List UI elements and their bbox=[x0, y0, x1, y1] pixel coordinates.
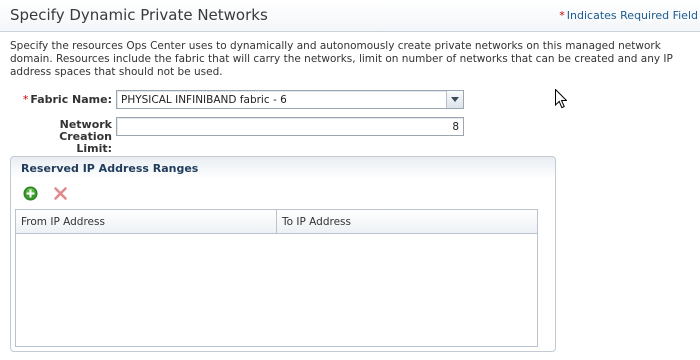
required-note-text: Indicates Required Field bbox=[566, 9, 698, 22]
column-header-to-ip[interactable]: To IP Address bbox=[277, 210, 537, 234]
column-header-from-ip[interactable]: From IP Address bbox=[16, 210, 277, 234]
reserved-ip-ranges-title: Reserved IP Address Ranges bbox=[21, 162, 199, 175]
network-creation-limit-input[interactable] bbox=[116, 117, 464, 136]
fabric-name-value: PHYSICAL INFINIBAND fabric - 6 bbox=[121, 94, 287, 106]
reserved-ip-table: From IP Address To IP Address bbox=[15, 209, 538, 347]
mouse-pointer bbox=[555, 88, 568, 112]
reserved-ip-ranges-panel: Reserved IP Address Ranges From IP Addre… bbox=[10, 156, 556, 352]
fabric-name-label-text: Fabric Name: bbox=[30, 93, 112, 106]
chevron-down-icon bbox=[451, 97, 459, 102]
description-text: Specify the resources Ops Center uses to… bbox=[10, 40, 673, 78]
network-creation-limit-label-line2: Limit: bbox=[76, 142, 112, 155]
network-creation-limit-label: Network Creation Limit: bbox=[4, 119, 112, 155]
required-field-note: * Indicates Required Field bbox=[559, 9, 698, 22]
fabric-name-label: * Fabric Name: bbox=[20, 93, 112, 106]
fabric-name-select[interactable]: PHYSICAL INFINIBAND fabric - 6 bbox=[116, 90, 464, 109]
required-star: * bbox=[559, 9, 565, 22]
add-range-button[interactable] bbox=[23, 186, 38, 201]
add-icon bbox=[23, 186, 38, 201]
header-divider bbox=[0, 31, 700, 32]
delete-range-button[interactable] bbox=[53, 186, 68, 201]
arrow-cursor-icon bbox=[555, 88, 568, 109]
delete-icon bbox=[54, 187, 67, 200]
network-creation-limit-label-line1: Network Creation bbox=[59, 118, 112, 143]
dropdown-arrow-button[interactable] bbox=[446, 91, 463, 108]
page-title: Specify Dynamic Private Networks bbox=[10, 6, 268, 24]
fabric-required-star: * bbox=[22, 93, 29, 106]
